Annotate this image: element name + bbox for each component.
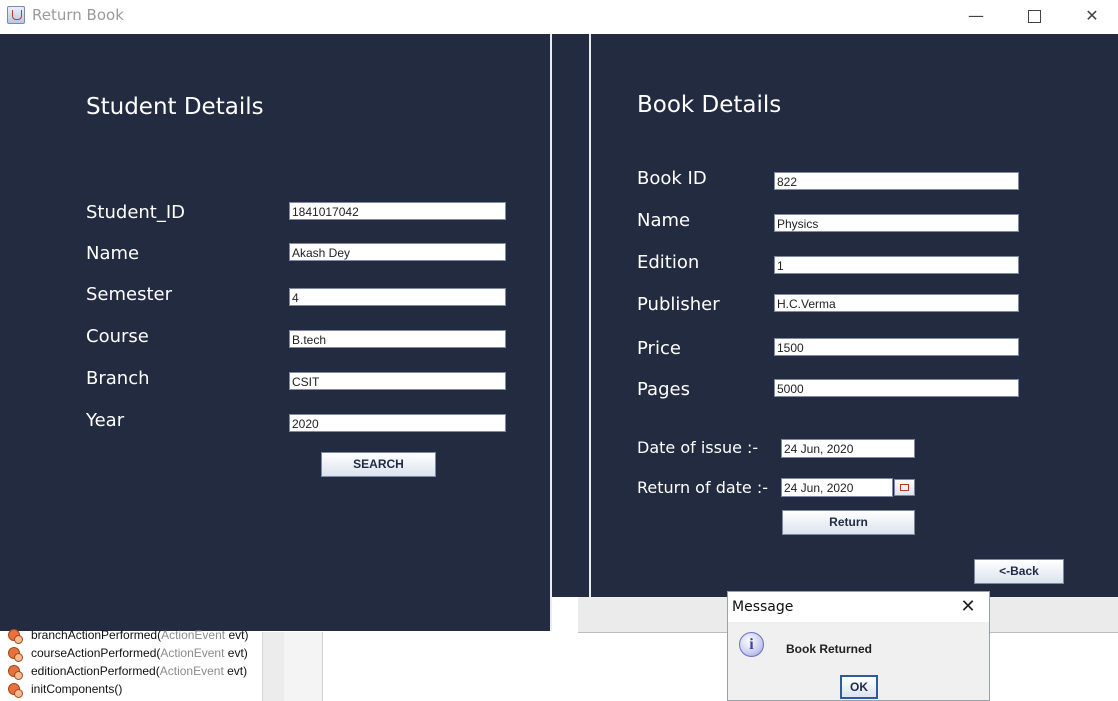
book-name-label: Name xyxy=(637,210,691,231)
semester-field[interactable]: 4 xyxy=(289,288,506,306)
book-name-field[interactable]: Physics xyxy=(774,214,1019,232)
pages-label: Pages xyxy=(637,379,690,400)
method-icon xyxy=(8,629,23,644)
book-id-field[interactable]: 822 xyxy=(774,172,1019,190)
date-of-issue-field[interactable]: 24 Jun, 2020 xyxy=(781,439,915,458)
edition-label: Edition xyxy=(637,252,700,273)
return-button[interactable]: Return xyxy=(782,510,915,535)
publisher-label: Publisher xyxy=(637,294,720,315)
dialog-title: Message xyxy=(732,599,794,615)
window-title: Return Book xyxy=(32,6,124,24)
method-arg: evt) xyxy=(223,664,248,678)
message-dialog: Message ✕ i Book Returned OK xyxy=(727,591,990,701)
branch-field[interactable]: CSIT xyxy=(289,372,506,390)
price-label: Price xyxy=(637,338,681,359)
method-param-type: ActionEvent xyxy=(159,664,224,678)
minimize-icon: — xyxy=(968,6,984,25)
calendar-icon[interactable] xyxy=(894,479,915,496)
method-arg: evt) xyxy=(224,646,248,660)
method-icon xyxy=(8,665,23,680)
date-of-issue-label: Date of issue :- xyxy=(637,438,759,457)
ok-button[interactable]: OK xyxy=(840,675,878,699)
search-button[interactable]: SEARCH xyxy=(321,452,436,477)
minimize-button[interactable]: — xyxy=(953,0,999,33)
ide-scrollbar[interactable] xyxy=(262,632,285,701)
return-date-field[interactable]: 24 Jun, 2020 xyxy=(781,478,893,497)
year-label: Year xyxy=(86,410,125,431)
maximize-icon xyxy=(1027,10,1041,23)
semester-label: Semester xyxy=(86,284,173,305)
student-details-heading: Student Details xyxy=(86,94,264,120)
window-titlebar: Return Book — ✕ xyxy=(0,0,1118,33)
publisher-field[interactable]: H.C.Verma xyxy=(774,294,1019,312)
dialog-close-button[interactable]: ✕ xyxy=(954,596,982,618)
branch-label: Branch xyxy=(86,368,150,389)
java-app-icon xyxy=(7,6,25,24)
close-icon: ✕ xyxy=(960,596,976,617)
close-icon: ✕ xyxy=(1085,6,1099,25)
method-name: branchActionPerformed( xyxy=(31,628,162,642)
close-button[interactable]: ✕ xyxy=(1069,0,1115,33)
method-icon xyxy=(8,683,23,698)
method-param-type: ActionEvent xyxy=(161,628,226,642)
student-name-label: Name xyxy=(86,243,140,264)
ide-editor-gutter xyxy=(284,632,323,701)
student-id-field[interactable]: 1841017042 xyxy=(289,202,506,220)
back-button[interactable]: <-Back xyxy=(974,559,1064,584)
method-name: editionActionPerformed( xyxy=(31,664,160,678)
method-name: courseActionPerformed( xyxy=(31,646,161,660)
maximize-button[interactable] xyxy=(1011,0,1057,33)
dialog-message: Book Returned xyxy=(786,642,873,656)
student-name-field[interactable]: Akash Dey xyxy=(289,243,506,261)
book-id-label: Book ID xyxy=(637,168,707,189)
return-of-date-label: Return of date :- xyxy=(637,478,769,497)
dialog-titlebar: Message ✕ xyxy=(728,592,989,622)
course-label: Course xyxy=(86,326,149,347)
price-field[interactable]: 1500 xyxy=(774,338,1019,356)
ide-navigator-tree: branchActionPerformed(ActionEvent evt) c… xyxy=(0,628,262,701)
method-arg: evt) xyxy=(225,628,249,642)
method-icon xyxy=(8,647,23,662)
year-field[interactable]: 2020 xyxy=(289,414,506,432)
book-details-heading: Book Details xyxy=(637,92,782,118)
method-name: initComponents() xyxy=(31,682,123,696)
course-field[interactable]: B.tech xyxy=(289,330,506,348)
panel-divider-right xyxy=(589,34,591,597)
edition-field[interactable]: 1 xyxy=(774,256,1019,274)
method-param-type: ActionEvent xyxy=(160,646,225,660)
student-id-label: Student_ID xyxy=(86,202,186,223)
info-icon: i xyxy=(739,632,764,657)
pages-field[interactable]: 5000 xyxy=(774,379,1019,397)
